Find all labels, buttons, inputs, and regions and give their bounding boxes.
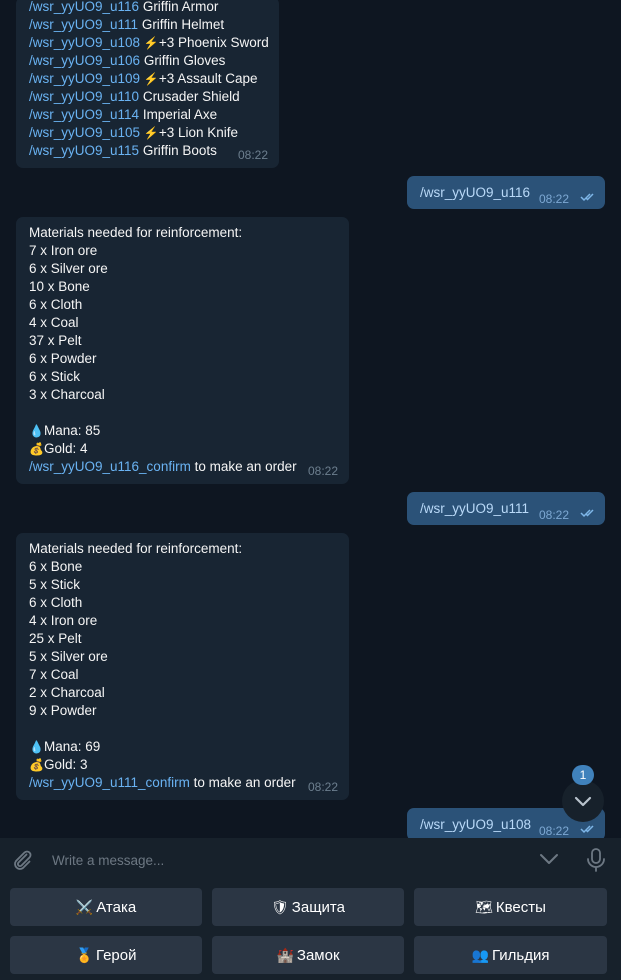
confirm-line: /wsr_yyUO9_u116_confirm to make an order: [29, 459, 297, 474]
list-item: /wsr_yyUO9_u106 Griffin Gloves: [29, 53, 226, 68]
material-item: 4 x Coal: [29, 315, 79, 330]
money-bag-icon: 💰: [29, 442, 44, 456]
list-item: /wsr_yyUO9_u115 Griffin Boots: [29, 143, 217, 158]
command-link[interactable]: /wsr_yyUO9_u115: [29, 143, 139, 158]
message-time: 08:22: [539, 508, 570, 522]
microphone-icon[interactable]: [585, 847, 607, 873]
chat-area[interactable]: /wsr_yyUO9_u116 Griffin Armor /wsr_yyUO9…: [0, 0, 621, 838]
scroll-to-bottom-button[interactable]: [562, 780, 604, 822]
material-item: 6 x Silver ore: [29, 261, 108, 276]
command-link[interactable]: /wsr_yyUO9_u108: [420, 817, 531, 832]
list-item: /wsr_yyUO9_u109 ⚡+3 Assault Cape: [29, 71, 258, 86]
outgoing-message: /wsr_yyUO9_u116 08:22: [407, 176, 605, 209]
material-item: 3 x Charcoal: [29, 387, 105, 402]
confirm-command-link[interactable]: /wsr_yyUO9_u116_confirm: [29, 459, 191, 474]
castle-icon: 🏰: [276, 946, 294, 963]
mana-line: 💧Mana: 85: [29, 423, 101, 438]
material-item: 6 x Cloth: [29, 297, 83, 312]
material-item: 6 x Cloth: [29, 595, 83, 610]
people-icon: 👥: [471, 946, 489, 963]
command-link[interactable]: /wsr_yyUO9_u106: [29, 53, 140, 68]
confirm-command-link[interactable]: /wsr_yyUO9_u111_confirm: [29, 775, 190, 790]
double-check-icon: [580, 509, 594, 518]
material-item: 2 x Charcoal: [29, 685, 105, 700]
hero-button[interactable]: 🏅 Герой: [10, 936, 202, 974]
materials-header: Materials needed for reinforcement:: [29, 225, 243, 240]
message-input[interactable]: [52, 850, 512, 870]
mana-line: 💧Mana: 69: [29, 739, 101, 754]
material-item: 25 x Pelt: [29, 631, 82, 646]
gold-line: 💰Gold: 4: [29, 441, 88, 456]
list-item: /wsr_yyUO9_u105 ⚡+3 Lion Knife: [29, 125, 239, 140]
chevron-down-icon[interactable]: [538, 851, 560, 867]
incoming-message-materials: Materials needed for reinforcement: 6 x …: [16, 533, 349, 800]
map-icon: 🗺: [475, 898, 493, 915]
command-link[interactable]: /wsr_yyUO9_u114: [29, 107, 139, 122]
bot-keyboard: ⚔️ Атака 🛡 Защита 🗺 Квесты 🏅 Герой 🏰 Замок 👥 Г…: [0, 882, 621, 980]
command-link[interactable]: /wsr_yyUO9_u109: [29, 71, 140, 86]
command-link[interactable]: /wsr_yyUO9_u110: [29, 89, 139, 104]
double-check-icon: [580, 193, 594, 202]
list-item: /wsr_yyUO9_u110 Crusader Shield: [29, 89, 240, 104]
command-link[interactable]: /wsr_yyUO9_u116: [420, 185, 530, 200]
gold-line: 💰Gold: 3: [29, 757, 88, 772]
material-item: 5 x Silver ore: [29, 649, 108, 664]
quests-button[interactable]: 🗺 Квесты: [414, 888, 607, 926]
lightning-icon: ⚡: [143, 72, 159, 86]
command-link[interactable]: /wsr_yyUO9_u105: [29, 125, 140, 140]
message-time: 08:22: [237, 148, 268, 162]
message-time: 08:22: [307, 464, 338, 478]
shield-icon: 🛡: [271, 898, 289, 915]
command-link[interactable]: /wsr_yyUO9_u111: [29, 17, 138, 32]
swords-icon: ⚔️: [75, 898, 94, 915]
message-time: 08:22: [539, 824, 570, 838]
lightning-icon: ⚡: [143, 126, 159, 140]
materials-header: Materials needed for reinforcement:: [29, 541, 243, 556]
attack-button[interactable]: ⚔️ Атака: [10, 888, 202, 926]
material-item: 10 x Bone: [29, 279, 90, 294]
command-link[interactable]: /wsr_yyUO9_u116: [29, 0, 139, 14]
unread-badge: 1: [572, 765, 594, 785]
material-item: 9 x Powder: [29, 703, 97, 718]
droplet-icon: 💧: [29, 740, 44, 754]
material-item: 7 x Iron ore: [29, 243, 98, 258]
droplet-icon: 💧: [29, 424, 44, 438]
message-time: 08:22: [307, 780, 338, 794]
money-bag-icon: 💰: [29, 758, 44, 772]
confirm-line: /wsr_yyUO9_u111_confirm to make an order: [29, 775, 296, 790]
material-item: 6 x Powder: [29, 351, 97, 366]
material-item: 4 x Iron ore: [29, 613, 98, 628]
defense-button[interactable]: 🛡 Защита: [212, 888, 404, 926]
lightning-icon: ⚡: [143, 36, 159, 50]
material-item: 6 x Bone: [29, 559, 83, 574]
incoming-message-items: /wsr_yyUO9_u116 Griffin Armor /wsr_yyUO9…: [16, 0, 279, 168]
medal-icon: 🏅: [75, 946, 93, 963]
material-item: 5 x Stick: [29, 577, 81, 592]
double-check-icon: [580, 825, 594, 834]
list-item: /wsr_yyUO9_u111 Griffin Helmet: [29, 17, 225, 32]
incoming-message-materials: Materials needed for reinforcement: 7 x …: [16, 217, 349, 484]
chevron-down-icon: [574, 796, 592, 807]
command-link[interactable]: /wsr_yyUO9_u111: [420, 501, 529, 516]
list-item: /wsr_yyUO9_u116 Griffin Armor: [29, 0, 219, 14]
castle-button[interactable]: 🏰 Замок: [212, 936, 404, 974]
message-composer: [0, 838, 621, 882]
material-item: 7 x Coal: [29, 667, 79, 682]
command-link[interactable]: /wsr_yyUO9_u108: [29, 35, 140, 50]
paperclip-icon[interactable]: [10, 848, 34, 872]
list-item: /wsr_yyUO9_u108 ⚡+3 Phoenix Sword: [29, 35, 269, 50]
outgoing-message: /wsr_yyUO9_u111 08:22: [407, 492, 605, 525]
message-time: 08:22: [539, 192, 570, 206]
material-item: 37 x Pelt: [29, 333, 82, 348]
material-item: 6 x Stick: [29, 369, 81, 384]
list-item: /wsr_yyUO9_u114 Imperial Axe: [29, 107, 218, 122]
guild-button[interactable]: 👥 Гильдия: [414, 936, 607, 974]
